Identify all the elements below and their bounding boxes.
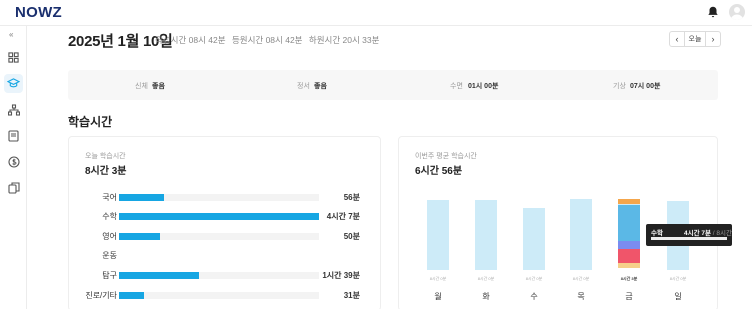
write-time: 작성시간 08시 42분 [155,35,226,45]
subject-bar [119,233,160,240]
status-value: 07시 00분 [630,83,661,90]
day-bar[interactable] [427,200,449,270]
bar-caption: 8시간 3분 [620,276,638,281]
day-label: 금 [625,292,633,301]
day-label: 일 [674,292,682,301]
subject-bar [119,213,319,220]
time-info: 작성시간 08시 42분 등원시간 08시 42분 하원시간 20시 33분 [155,34,383,46]
subject-time: 50분 [343,232,360,241]
date-navigation: ‹ 오늘 › [669,31,721,47]
bar-segment[interactable] [618,249,640,263]
tooltip-time-value: 4시간 7분 [684,230,711,237]
day-label: 월 [434,292,442,301]
dashboard-icon[interactable] [4,48,23,67]
subject-bar [119,272,199,279]
subject-time: 1시간 39분 [322,271,360,280]
day-bar[interactable] [570,199,592,270]
bar-segment[interactable] [618,263,640,268]
bar-caption: 8시간 0분 [669,276,687,281]
condition-summary: 신체 좋음 정서 좋음 수면 01시 00분 기상 07시 00분 [68,70,718,100]
status-value: 01시 00분 [468,83,499,90]
today-total: 8시간 3분 [85,166,127,177]
subject-bar [119,194,164,201]
today-study-card: 오늘 학습시간 8시간 3분 [68,136,381,309]
dollar-icon[interactable] [4,152,23,171]
tooltip-time: 4시간 7분 / 8시간 [684,227,732,237]
avatar[interactable] [729,4,745,20]
prev-day-button[interactable]: ‹ [670,32,684,46]
status-label: 신체 [135,83,148,90]
departure-time: 하원시간 20시 33분 [308,35,380,45]
documents-icon[interactable] [4,178,23,197]
day-bar[interactable] [475,200,497,270]
subject-bar-track [119,233,319,240]
collapse-icon[interactable]: « [9,30,13,39]
subject-name: 운동 [102,251,117,260]
day-label: 화 [482,292,490,301]
card-label: 이번주 평균 학습시간 [415,153,477,160]
day-bar[interactable] [523,208,545,270]
tooltip-subject: 수학 [651,230,663,237]
subject-bar-track [119,292,319,299]
status-label: 수면 [450,83,463,90]
subject-name: 영어 [102,232,117,241]
app-logo[interactable]: NOWZ [15,4,62,21]
status-value: 좋음 [152,83,165,90]
bar-caption: 8시간 0분 [429,276,447,281]
bar-caption: 8시간 0분 [572,276,590,281]
bar-segment[interactable] [618,205,640,241]
graduation-cap-icon[interactable] [4,74,23,93]
bar-caption: 8시간 0분 [477,276,495,281]
subject-bar-track [119,213,319,220]
notebook-icon[interactable] [4,126,23,145]
status-label: 기상 [613,83,626,90]
subject-time: 31분 [343,291,360,300]
card-label: 오늘 학습시간 [85,153,126,160]
bar-caption: 8시간 0분 [525,276,543,281]
bell-icon[interactable] [706,5,720,19]
tooltip: 수학 4시간 7분 / 8시간 [646,224,732,246]
subject-name: 탐구 [102,271,117,280]
subject-name: 국어 [102,193,117,202]
subject-time: 4시간 7분 [326,212,360,221]
subject-bar [119,292,144,299]
next-day-button[interactable]: › [706,32,720,46]
subject-time: 56분 [343,193,360,202]
subject-bar-track [119,272,319,279]
tooltip-bar [651,237,727,240]
user-icon [731,7,743,20]
org-chart-icon[interactable] [4,100,23,119]
day-label: 수 [530,292,538,301]
today-button[interactable]: 오늘 [684,32,706,46]
status-label: 정서 [297,83,310,90]
bar-segment[interactable] [618,241,640,249]
day-label: 목 [577,292,585,301]
subject-bar-track [119,194,319,201]
tooltip-total: / 8시간 [712,230,732,237]
status-value: 좋음 [314,83,327,90]
weekly-average: 6시간 56분 [415,166,463,177]
sidebar: « [0,26,27,309]
subject-name: 수학 [102,212,117,221]
section-title: 학습시간 [68,115,113,129]
subject-name: 진로/기타 [85,291,117,300]
arrival-time: 등원시간 08시 42분 [231,35,303,45]
top-bar: NOWZ [0,0,752,26]
